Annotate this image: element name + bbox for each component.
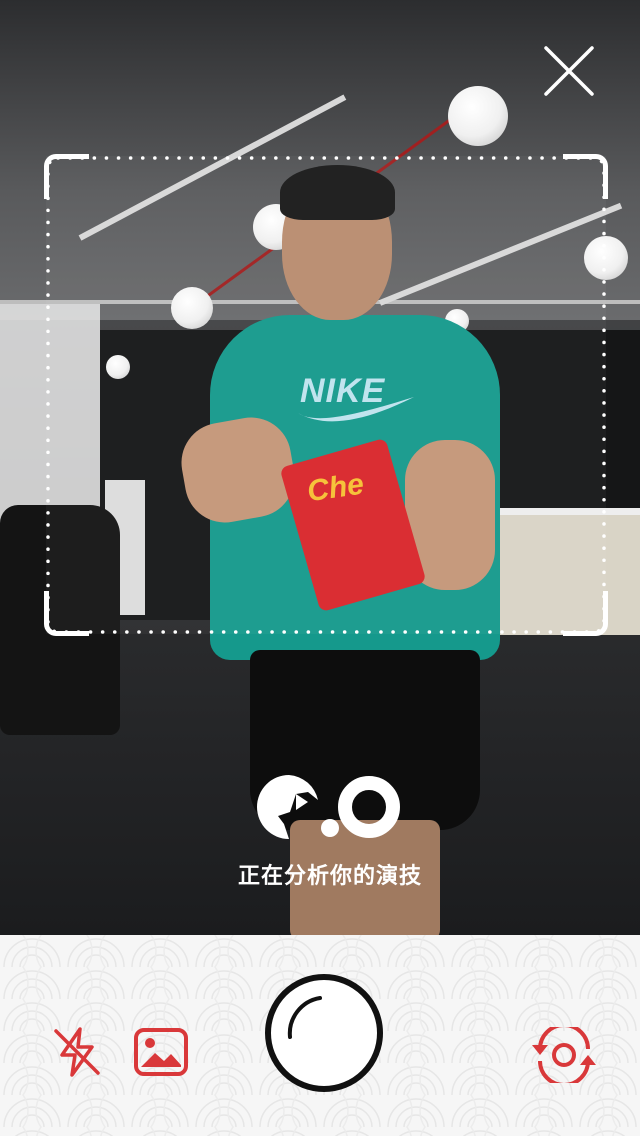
scan-corner	[563, 154, 608, 199]
analyze-face-icon	[257, 775, 400, 839]
flash-off-icon	[54, 1027, 100, 1077]
scan-frame-dotted-border	[46, 156, 606, 634]
scan-corner	[44, 154, 89, 199]
flash-toggle-button[interactable]	[50, 1025, 104, 1079]
flip-camera-button[interactable]	[530, 1023, 598, 1087]
gallery-button[interactable]	[133, 1027, 189, 1077]
close-icon	[544, 46, 594, 96]
scan-frame	[44, 154, 608, 636]
shutter-button[interactable]	[264, 973, 384, 1093]
ceiling-lamp	[448, 86, 508, 146]
camera-toolbar	[0, 935, 640, 1136]
gallery-image-icon	[134, 1028, 188, 1076]
shutter-icon	[265, 974, 383, 1092]
scan-corner	[44, 591, 89, 636]
scan-corner	[563, 591, 608, 636]
close-button[interactable]	[538, 40, 600, 102]
flip-camera-icon	[532, 1023, 596, 1087]
analyzing-status-text: 正在分析你的演技	[237, 864, 422, 889]
